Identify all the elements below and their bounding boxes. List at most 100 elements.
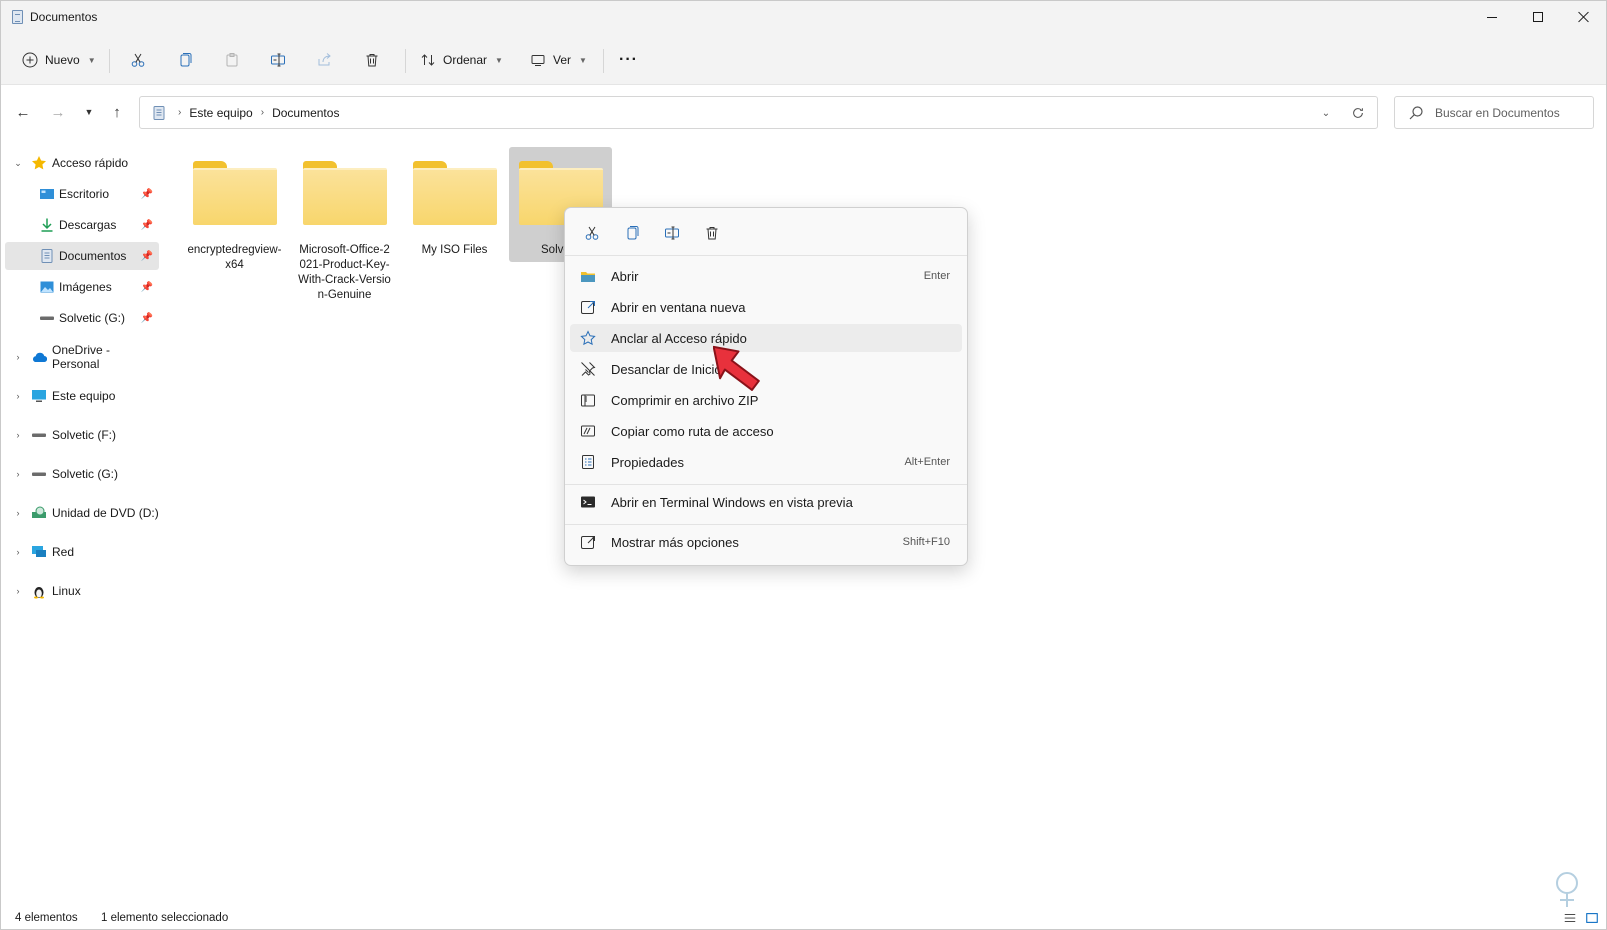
- breadcrumb-documentos[interactable]: Documentos: [272, 106, 339, 120]
- sidebar-item-label: Solvetic (G:): [52, 467, 119, 481]
- context-copy-button[interactable]: [621, 222, 643, 244]
- new-button[interactable]: Nuevo ▼: [21, 45, 96, 75]
- sidebar-item-label: Acceso rápido: [52, 156, 129, 170]
- more-options-button[interactable]: ···: [619, 45, 638, 75]
- selection-count: 1 elemento seleccionado: [101, 912, 229, 924]
- documents-app-icon: [12, 10, 23, 24]
- folder-item-microsoft-office[interactable]: Microsoft-Office-2021-Product-Key-With-C…: [293, 147, 396, 307]
- forward-button[interactable]: →: [46, 99, 70, 125]
- up-button[interactable]: ↑: [105, 99, 129, 125]
- delete-button[interactable]: [363, 45, 381, 75]
- pin-icon[interactable]: 📌: [141, 251, 153, 262]
- address-dropdown-icon[interactable]: ⌄: [1317, 104, 1335, 122]
- back-button[interactable]: ←: [11, 99, 35, 125]
- pin-icon[interactable]: 📌: [141, 313, 153, 324]
- search-input[interactable]: [1435, 105, 1585, 120]
- new-label: Nuevo: [45, 53, 80, 67]
- folder-name: My ISO Files: [421, 244, 488, 256]
- context-item-label: Copiar como ruta de acceso: [611, 423, 774, 439]
- sidebar-item-solvetic-f[interactable]: › Solvetic (F:): [5, 421, 159, 449]
- chevron-right-icon[interactable]: ›: [13, 430, 23, 440]
- toolbar-separator: [109, 49, 110, 73]
- pictures-icon: [39, 279, 55, 295]
- minimize-button[interactable]: [1469, 1, 1515, 33]
- recent-locations-button[interactable]: ▼: [77, 99, 101, 125]
- pin-icon[interactable]: 📌: [141, 282, 153, 293]
- maximize-button[interactable]: [1515, 1, 1561, 33]
- context-item-abrir-ventana-nueva[interactable]: Abrir en ventana nueva: [570, 293, 962, 321]
- view-button[interactable]: Ver ▼: [529, 45, 587, 75]
- address-bar[interactable]: › Este equipo › Documentos ⌄: [139, 96, 1378, 129]
- close-button[interactable]: [1561, 1, 1606, 33]
- context-item-propiedades[interactable]: Propiedades Alt+Enter: [570, 448, 962, 476]
- close-icon: [1578, 11, 1590, 23]
- search-box[interactable]: [1394, 96, 1594, 129]
- copy-button[interactable]: [176, 45, 194, 75]
- tiles-view-icon[interactable]: [1583, 910, 1601, 926]
- chevron-down-icon[interactable]: ⌄: [13, 158, 23, 169]
- details-view-icon[interactable]: [1561, 910, 1579, 926]
- toolbar-separator: [603, 49, 604, 73]
- sidebar-item-linux[interactable]: › Linux: [5, 577, 159, 605]
- chevron-right-icon[interactable]: ›: [13, 586, 23, 596]
- chevron-right-icon[interactable]: ›: [13, 547, 23, 557]
- zip-icon: [579, 391, 597, 409]
- sort-button[interactable]: Ordenar ▼: [419, 45, 503, 75]
- folder-item-encryptedregview[interactable]: encryptedregview-x64: [183, 147, 286, 307]
- context-delete-button[interactable]: [701, 222, 723, 244]
- refresh-icon[interactable]: [1349, 104, 1367, 122]
- drive-icon: [39, 310, 55, 326]
- context-item-label: Abrir: [611, 268, 639, 284]
- chevron-right-icon[interactable]: ›: [13, 352, 23, 362]
- context-rename-button[interactable]: [661, 222, 683, 244]
- sidebar-item-label: Solvetic (G:): [59, 311, 126, 325]
- toolbar-separator: [405, 49, 406, 73]
- chevron-right-icon[interactable]: ›: [13, 508, 23, 518]
- breadcrumb-este-equipo[interactable]: Este equipo: [189, 106, 252, 120]
- sidebar-item-descargas[interactable]: Descargas 📌: [5, 211, 159, 239]
- computer-icon: [31, 388, 47, 404]
- chevron-right-icon[interactable]: ›: [13, 391, 23, 401]
- context-item-copiar-ruta[interactable]: Copiar como ruta de acceso: [570, 417, 962, 445]
- sidebar-item-acceso-rapido[interactable]: ⌄ Acceso rápido: [5, 149, 159, 177]
- context-item-abrir[interactable]: Abrir Enter: [570, 262, 962, 290]
- context-item-shortcut: Alt+Enter: [904, 456, 950, 468]
- context-item-label: Abrir en Terminal Windows en vista previ…: [611, 494, 853, 510]
- more-options-icon: [579, 533, 597, 551]
- dvd-icon: [31, 505, 47, 521]
- sidebar-item-escritorio[interactable]: Escritorio 📌: [5, 180, 159, 208]
- sidebar-item-label: Imágenes: [59, 280, 112, 294]
- context-item-mostrar-mas-opciones[interactable]: Mostrar más opciones Shift+F10: [570, 528, 962, 556]
- sidebar-item-solvetic-g-pinned[interactable]: Solvetic (G:) 📌: [5, 304, 159, 332]
- navigation-row: ← → ▼ ↑ › Este equipo › Documentos ⌄: [1, 85, 1606, 141]
- sidebar-item-imagenes[interactable]: Imágenes 📌: [5, 273, 159, 301]
- rename-button[interactable]: [269, 45, 287, 75]
- sidebar-item-este-equipo[interactable]: › Este equipo: [5, 382, 159, 410]
- pin-icon[interactable]: 📌: [141, 189, 153, 200]
- sidebar-item-dvd[interactable]: › Unidad de DVD (D:): [5, 499, 159, 527]
- download-icon: [39, 217, 55, 233]
- red-pointer-arrow-icon: [713, 345, 760, 391]
- sidebar-item-documentos[interactable]: Documentos 📌: [5, 242, 159, 270]
- context-cut-button[interactable]: [581, 222, 603, 244]
- pin-icon[interactable]: 📌: [141, 220, 153, 231]
- cut-button[interactable]: [129, 45, 147, 75]
- share-button[interactable]: [316, 45, 334, 75]
- sidebar-item-solvetic-g[interactable]: › Solvetic (G:): [5, 460, 159, 488]
- maximize-icon: [1533, 12, 1543, 22]
- context-menu-quick-actions: [565, 208, 967, 256]
- breadcrumb-chevron-icon: ›: [178, 107, 182, 118]
- sidebar-item-onedrive[interactable]: › OneDrive - Personal: [5, 343, 159, 371]
- folder-open-icon: [579, 267, 597, 285]
- folder-item-my-iso-files[interactable]: My ISO Files: [403, 147, 506, 307]
- paste-button[interactable]: [223, 45, 241, 75]
- trash-icon: [363, 51, 381, 69]
- chevron-down-icon: ▼: [84, 107, 94, 117]
- document-icon: [39, 248, 55, 264]
- chevron-right-icon[interactable]: ›: [13, 469, 23, 479]
- navigation-pane: ⌄ Acceso rápido Escritorio 📌 Descargas 📌: [1, 147, 163, 897]
- sidebar-item-red[interactable]: › Red: [5, 538, 159, 566]
- context-menu-separator: [565, 484, 967, 485]
- context-item-terminal[interactable]: Abrir en Terminal Windows en vista previ…: [570, 488, 962, 516]
- unpin-icon: [579, 360, 597, 378]
